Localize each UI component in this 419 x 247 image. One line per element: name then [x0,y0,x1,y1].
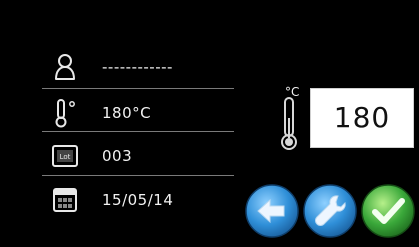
operator-row[interactable]: ------------ [42,47,234,87]
temperature-row[interactable]: 180°C [42,93,234,133]
svg-text:Lot: Lot [60,153,71,161]
arrow-left-icon [245,184,299,238]
row-divider [42,175,234,176]
check-icon [361,184,415,238]
temperature-icon [55,99,75,128]
operator-value: ------------ [102,58,173,76]
thermometer-icon [281,97,297,150]
date-value: 15/05/14 [102,191,174,209]
lot-icon: Lot [52,145,78,167]
date-row[interactable]: 15/05/14 [42,180,234,220]
lot-value: 003 [102,147,133,165]
temperature-value: 180°C [102,104,152,122]
row-divider [42,131,234,132]
lot-row[interactable]: Lot 003 [42,136,234,176]
settings-button[interactable] [302,183,358,239]
wrench-icon [303,184,357,238]
person-icon [55,54,75,80]
calendar-icon [53,188,77,212]
panel-screen: ------------ 180°C Lot 003 15/05/14 °C 1… [0,0,419,247]
confirm-button[interactable] [360,183,416,239]
row-divider [42,88,234,89]
back-button[interactable] [244,183,300,239]
temperature-setpoint-input[interactable]: 180 [310,88,414,148]
